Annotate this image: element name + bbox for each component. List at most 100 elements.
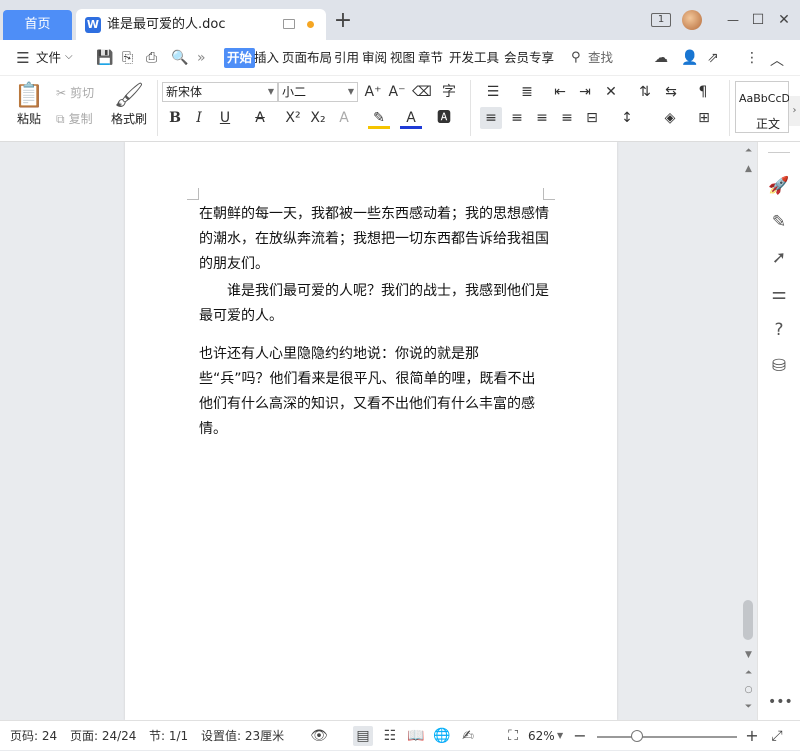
minimize-button[interactable]: —: [722, 10, 744, 30]
collapse-ribbon-icon[interactable]: ︿: [770, 50, 784, 70]
prev-page-icon[interactable]: ⏶: [740, 668, 757, 678]
eye-protection-icon[interactable]: 👁: [309, 726, 329, 746]
show-marks-icon[interactable]: ¶: [692, 81, 714, 103]
menu-tab-developer[interactable]: 开发工具: [449, 40, 499, 76]
grow-font-icon[interactable]: A⁺: [362, 81, 384, 103]
sliders-icon[interactable]: ⚌: [768, 283, 790, 305]
align-center-icon[interactable]: ≡: [506, 107, 528, 129]
paste-button[interactable]: 📋 粘贴: [12, 80, 46, 127]
export-icon[interactable]: ⎘: [122, 50, 133, 66]
reading-view-icon[interactable]: 📖: [406, 726, 426, 746]
align-left-icon[interactable]: ≡: [480, 107, 502, 129]
menu-tab-reference[interactable]: 引用: [334, 40, 359, 76]
fullscreen-icon[interactable]: ⤢: [767, 726, 787, 746]
sort-icon[interactable]: ⇅: [634, 81, 656, 103]
page-view-icon[interactable]: ▤: [353, 726, 373, 746]
bullet-list-icon[interactable]: ☰: [482, 81, 504, 103]
borders-icon[interactable]: ⊞: [693, 107, 715, 129]
distribute-icon[interactable]: ⊟: [581, 107, 603, 129]
scroll-top-icon[interactable]: ⏶: [740, 146, 757, 156]
zoom-slider-track[interactable]: [597, 736, 737, 738]
tab-home[interactable]: 首页: [3, 10, 72, 40]
char-border-icon[interactable]: 🅰: [433, 107, 455, 129]
cloud-sync-icon[interactable]: ☁: [654, 50, 668, 66]
tab-document[interactable]: W 谁是最可爱的人.doc: [76, 9, 326, 40]
highlight-icon[interactable]: ✎: [368, 107, 390, 129]
share-icon[interactable]: ⇗: [707, 50, 719, 66]
cursor-icon[interactable]: ➚: [768, 247, 790, 269]
menu-file[interactable]: 文件: [36, 40, 61, 76]
ribbon-scroll-right[interactable]: ›: [789, 96, 800, 126]
copy-button[interactable]: ⧉ 复制: [56, 110, 93, 127]
menu-tab-layout[interactable]: 页面布局: [282, 40, 332, 76]
new-tab-button[interactable]: +: [333, 10, 353, 32]
preview-icon[interactable]: 🔍: [171, 50, 188, 66]
search-icon[interactable]: ⚲: [571, 50, 581, 65]
superscript-icon[interactable]: X²: [282, 107, 304, 129]
increase-indent-icon[interactable]: ⇥: [574, 81, 596, 103]
paragraph[interactable]: 也许还有人心里隐隐约约地说：你说的就是那些“兵”吗？他们看来是很平凡、很简单的哩…: [199, 342, 549, 442]
select-browse-icon[interactable]: ○: [740, 685, 757, 695]
vertical-scrollbar[interactable]: ⏶ ▲ ▼ ⏶ ○ ⏷: [740, 142, 757, 720]
chinese-layout-icon[interactable]: ✕: [600, 81, 622, 103]
italic-icon[interactable]: I: [188, 107, 210, 129]
web-view-icon[interactable]: 🌐: [432, 726, 452, 746]
more-options-icon[interactable]: ⋮: [745, 50, 759, 66]
style-normal[interactable]: AaBbCcDd 正文: [735, 81, 789, 133]
drag-handle[interactable]: [768, 152, 790, 153]
help-icon[interactable]: ?: [768, 319, 790, 341]
cut-button[interactable]: ✂ 剪切: [56, 84, 94, 101]
decrease-indent-icon[interactable]: ⇤: [549, 81, 571, 103]
status-setting[interactable]: 设置值: 23厘米: [201, 721, 284, 751]
clear-format-icon[interactable]: ⌫: [411, 81, 433, 103]
shading-icon[interactable]: ◈: [659, 107, 681, 129]
justify-icon[interactable]: ≡: [556, 107, 578, 129]
maximize-button[interactable]: ☐: [748, 10, 768, 30]
outline-view-icon[interactable]: ☷: [380, 726, 400, 746]
zoom-out-icon[interactable]: −: [570, 726, 590, 746]
phonetic-icon[interactable]: 字: [438, 81, 460, 103]
more-chevron-icon[interactable]: »: [197, 50, 206, 66]
menu-tab-review[interactable]: 审阅: [362, 40, 387, 76]
write-view-icon[interactable]: ✍: [458, 726, 478, 746]
menu-tab-chapter[interactable]: 章节: [418, 40, 443, 76]
search-label[interactable]: 查找: [588, 40, 613, 76]
menu-tab-member[interactable]: 会员专享: [504, 40, 554, 76]
scroll-thumb[interactable]: [743, 600, 753, 640]
fit-page-icon[interactable]: ⛶: [503, 726, 523, 746]
chevron-down-icon[interactable]: ⌵: [65, 51, 73, 62]
avatar[interactable]: [682, 10, 702, 30]
shrink-font-icon[interactable]: A⁻: [386, 81, 408, 103]
more-icon[interactable]: •••: [768, 691, 793, 713]
next-page-icon[interactable]: ⏷: [740, 702, 757, 712]
status-page-code[interactable]: 页码: 24: [10, 721, 57, 751]
print-icon[interactable]: ⎙: [146, 50, 157, 66]
backup-icon[interactable]: ⛁: [768, 355, 790, 377]
pen-icon[interactable]: ✎: [768, 211, 790, 233]
scroll-down-icon[interactable]: ▼: [740, 650, 757, 660]
menu-tab-view[interactable]: 视图: [390, 40, 415, 76]
paragraph[interactable]: 在朝鲜的每一天，我都被一些东西感动着；我的思想感情的潮水，在放纵奔流着；我想把一…: [199, 202, 549, 277]
save-icon[interactable]: 💾: [96, 50, 113, 66]
zoom-dropdown-icon[interactable]: ▼: [557, 721, 563, 751]
numbered-list-icon[interactable]: ≣: [516, 81, 538, 103]
line-spacing-icon[interactable]: ↕: [616, 107, 638, 129]
status-section[interactable]: 节: 1/1: [149, 721, 188, 751]
paragraph[interactable]: 谁是我们最可爱的人呢？我们的战士，我感到他们是最可爱的人。: [199, 279, 549, 329]
format-painter-button[interactable]: 🖌 格式刷: [109, 80, 149, 127]
menu-tab-home[interactable]: 开始: [224, 48, 256, 68]
subscript-icon[interactable]: X₂: [307, 107, 329, 129]
monitor-icon[interactable]: [283, 19, 295, 29]
hamburger-icon[interactable]: ☰: [15, 50, 31, 66]
document-page[interactable]: 在朝鲜的每一天，我都被一些东西感动着；我的思想感情的潮水，在放纵奔流着；我想把一…: [125, 142, 617, 720]
share-user-icon[interactable]: 👤: [681, 50, 698, 66]
close-button[interactable]: ✕: [774, 10, 794, 30]
menu-tab-insert[interactable]: 插入: [254, 40, 279, 76]
underline-icon[interactable]: U: [214, 107, 236, 129]
scroll-up-icon[interactable]: ▲: [740, 164, 757, 174]
window-count-badge[interactable]: 1: [651, 13, 671, 27]
strikethrough-icon[interactable]: A: [249, 107, 271, 129]
font-size-select[interactable]: 小二 ▼: [278, 82, 358, 102]
status-pages[interactable]: 页面: 24/24: [70, 721, 136, 751]
text-direction-icon[interactable]: ⇆: [660, 81, 682, 103]
